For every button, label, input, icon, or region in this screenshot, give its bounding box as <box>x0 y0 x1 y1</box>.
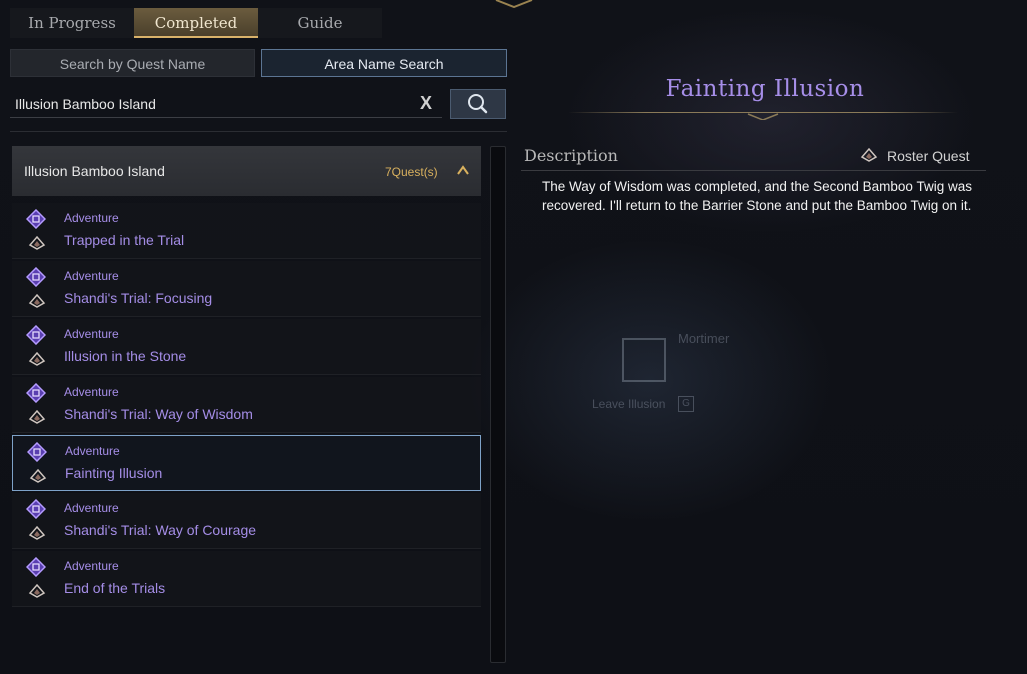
roster-quest-icon <box>28 409 46 424</box>
quest-tabs: In Progress Completed Guide <box>10 8 382 38</box>
adventure-book-icon <box>26 209 46 229</box>
quest-item[interactable]: Adventure Shandi's Trial: Way of Courage <box>12 493 481 549</box>
quest-category: Adventure <box>64 211 119 225</box>
area-name-search-button[interactable]: Area Name Search <box>261 49 507 77</box>
leave-illusion-label: Leave Illusion <box>592 397 666 411</box>
search-by-quest-name-button[interactable]: Search by Quest Name <box>10 49 255 77</box>
search-input[interactable] <box>15 94 405 114</box>
roster-quest-icon <box>28 525 46 540</box>
quest-category: Adventure <box>64 327 119 341</box>
adventure-book-icon <box>26 267 46 287</box>
roster-quest-icon <box>29 468 47 483</box>
adventure-book-icon <box>26 383 46 403</box>
search-box: X <box>10 90 442 118</box>
quest-category: Adventure <box>64 269 119 283</box>
top-ornament-icon <box>495 0 533 8</box>
quest-count: 7Quest(s) <box>385 165 438 179</box>
quest-item[interactable]: Adventure Shandi's Trial: Focusing <box>12 261 481 317</box>
quest-item-selected[interactable]: Adventure Fainting Illusion <box>12 435 481 491</box>
quest-detail-title: Fainting Illusion <box>665 76 865 102</box>
quest-name: Fainting Illusion <box>65 465 163 481</box>
quest-list-scrollbar[interactable] <box>490 146 506 663</box>
chevron-up-icon[interactable] <box>456 163 470 177</box>
exit-door-icon <box>622 338 666 382</box>
search-button[interactable] <box>450 89 506 119</box>
description-divider <box>521 170 986 171</box>
quest-name: Shandi's Trial: Focusing <box>64 290 213 306</box>
area-group-header[interactable]: Illusion Bamboo Island 7Quest(s) <box>12 146 481 196</box>
roster-quest-icon <box>28 351 46 366</box>
quest-name: Illusion in the Stone <box>64 348 187 364</box>
leave-key-badge: G <box>678 396 694 412</box>
adventure-book-icon <box>26 557 46 577</box>
quest-name: Shandi's Trial: Way of Wisdom <box>64 406 253 422</box>
quest-item[interactable]: Adventure End of the Trials <box>12 551 481 607</box>
roster-quest-icon <box>28 235 46 250</box>
npc-name-label: Mortimer <box>678 331 730 346</box>
quest-category: Adventure <box>64 501 119 515</box>
clear-icon[interactable]: X <box>415 92 437 114</box>
quest-name: End of the Trials <box>64 580 166 596</box>
roster-quest-icon <box>28 583 46 598</box>
adventure-book-icon <box>26 325 46 345</box>
tab-in-progress[interactable]: In Progress <box>10 8 134 38</box>
quest-name: Trapped in the Trial <box>64 232 185 248</box>
tab-completed[interactable]: Completed <box>134 8 258 38</box>
roster-quest-icon <box>28 293 46 308</box>
quest-item[interactable]: Adventure Shandi's Trial: Way of Wisdom <box>12 377 481 433</box>
tab-guide[interactable]: Guide <box>258 8 382 38</box>
quest-category: Adventure <box>65 444 120 458</box>
quest-list: Adventure Trapped in the Trial Adventure… <box>12 203 481 609</box>
quest-type-label: Roster Quest <box>887 148 970 164</box>
adventure-book-icon <box>26 499 46 519</box>
quest-name: Shandi's Trial: Way of Courage <box>64 522 257 538</box>
adventure-book-icon <box>27 442 47 462</box>
search-divider <box>10 131 507 132</box>
area-group-title: Illusion Bamboo Island <box>24 163 165 179</box>
quest-category: Adventure <box>64 385 119 399</box>
quest-item[interactable]: Adventure Illusion in the Stone <box>12 319 481 375</box>
search-icon <box>468 94 488 114</box>
quest-category: Adventure <box>64 559 119 573</box>
quest-description: The Way of Wisdom was completed, and the… <box>542 179 972 213</box>
title-underline <box>568 112 958 113</box>
roster-quest-icon <box>860 147 878 162</box>
description-heading: Description <box>524 146 618 165</box>
quest-item[interactable]: Adventure Trapped in the Trial <box>12 203 481 259</box>
